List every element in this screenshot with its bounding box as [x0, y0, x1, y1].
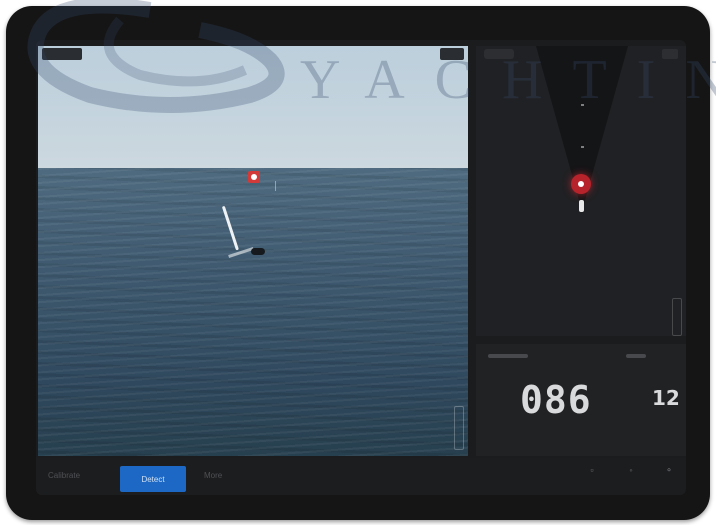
app-screen: 086 12 Calibrate Detect More ▫ ◦ ⚬	[36, 40, 686, 495]
camera-view[interactable]	[38, 46, 468, 456]
toolbar-control-3[interactable]: ⚬	[658, 465, 680, 489]
detected-sailboat-hull	[251, 248, 265, 255]
tablet-device: 086 12 Calibrate Detect More ▫ ◦ ⚬	[6, 6, 710, 520]
camera-settings-icon[interactable]	[440, 48, 464, 60]
radar-settings-icon[interactable]	[662, 49, 678, 59]
range-marker-near	[581, 146, 584, 148]
radar-view-controls[interactable]	[484, 49, 514, 59]
radar-zoom-slider[interactable]	[672, 298, 682, 336]
sea	[38, 168, 468, 456]
bearing-label	[488, 354, 528, 358]
toolbar-control-2[interactable]: ◦	[620, 465, 642, 489]
range-marker-far	[581, 104, 584, 106]
radar-target-icon[interactable]	[571, 174, 591, 194]
range-value: 12	[652, 386, 680, 410]
target-icon[interactable]	[248, 171, 260, 183]
target-readout: 086 12	[476, 344, 686, 456]
detect-button-label: Detect	[141, 474, 165, 484]
bottom-toolbar: Calibrate Detect More ▫ ◦ ⚬	[36, 458, 686, 495]
sky	[38, 46, 468, 168]
own-boat-icon	[579, 200, 584, 212]
settings-icon: ⚬	[665, 465, 673, 475]
calibrate-button[interactable]: Calibrate	[48, 471, 80, 480]
toolbar-control-1[interactable]: ▫	[581, 465, 603, 489]
bearing-value: 086	[520, 378, 592, 422]
detect-button[interactable]: Detect	[120, 466, 186, 492]
zoom-slider[interactable]	[454, 406, 464, 450]
grid-icon: ▫	[590, 465, 594, 475]
target-leader-line	[275, 181, 280, 191]
camera-menu-icon[interactable]	[42, 48, 82, 60]
more-button[interactable]: More	[204, 471, 222, 480]
range-label	[626, 354, 646, 358]
layers-icon: ◦	[629, 465, 633, 475]
radar-panel[interactable]	[476, 46, 686, 336]
